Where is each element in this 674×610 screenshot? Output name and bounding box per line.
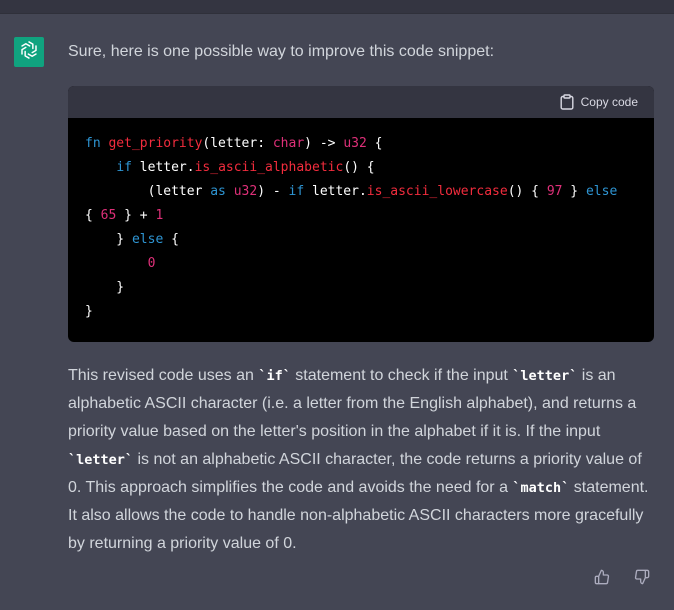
openai-logo-icon — [18, 39, 40, 66]
code-token: { — [366, 136, 383, 151]
previous-message-strip — [0, 0, 674, 14]
code-token: if — [116, 160, 132, 175]
code-token: () { — [343, 160, 375, 175]
code-token: { — [85, 208, 101, 223]
copy-code-label: Copy code — [580, 95, 638, 109]
code-line: 0 — [85, 252, 654, 276]
inline-code-letter: `letter` — [512, 368, 578, 384]
code-token: (letter — [85, 184, 211, 199]
code-token: { — [163, 232, 179, 247]
explanation-text-2: statement to check if the input — [290, 367, 513, 384]
code-token: 1 — [155, 208, 164, 223]
inline-code-match: `match` — [512, 480, 570, 496]
code-token: char — [272, 136, 305, 151]
thumbs-down-icon — [634, 569, 650, 590]
code-token: } — [85, 304, 93, 319]
code-token: } + — [116, 208, 156, 223]
code-block-header: Copy code — [68, 86, 654, 118]
code-token: } — [85, 280, 125, 295]
explanation-text-1: This revised code uses an — [68, 367, 259, 384]
code-token: } — [562, 184, 586, 199]
code-token: 97 — [546, 184, 563, 199]
code-line: } else { — [85, 228, 654, 252]
code-token: (letter: — [202, 136, 273, 151]
code-token: 65 — [100, 208, 117, 223]
code-token: else — [585, 184, 618, 199]
code-content: fn get_priority(letter: char) -> u32 { i… — [68, 118, 654, 324]
code-token: is_ascii_alphabetic — [194, 160, 344, 175]
code-line: } — [85, 300, 654, 324]
code-line: if letter.is_ascii_alphabetic() { — [85, 156, 654, 180]
thumbs-down-button[interactable] — [632, 569, 652, 589]
code-token: } — [85, 232, 132, 247]
code-token: if — [288, 184, 305, 199]
code-token: fn — [85, 136, 101, 151]
thumbs-up-icon — [594, 569, 610, 590]
code-token: ) - — [257, 184, 289, 199]
code-token: get_priority — [108, 136, 203, 151]
code-line: { 65 } + 1 — [85, 204, 654, 228]
code-line: (letter as u32) - if letter.is_ascii_low… — [85, 180, 654, 204]
inline-code-if: `if` — [258, 368, 291, 384]
assistant-intro-text: Sure, here is one possible way to improv… — [68, 43, 495, 60]
code-token: letter. — [304, 184, 367, 199]
code-token: 0 — [147, 256, 156, 271]
assistant-explanation: This revised code uses an `if` statement… — [68, 362, 658, 558]
assistant-avatar — [14, 37, 44, 67]
code-block: Copy code fn get_priority(letter: char) … — [68, 86, 654, 342]
code-token: u32 — [233, 184, 258, 199]
code-token: u32 — [343, 136, 367, 151]
code-token: () { — [507, 184, 547, 199]
inline-code-letter-2: `letter` — [68, 452, 134, 468]
code-token: else — [131, 232, 164, 247]
code-token: is_ascii_lowercase — [366, 184, 508, 199]
code-token: as — [210, 184, 226, 199]
code-line: } — [85, 276, 654, 300]
clipboard-icon — [560, 94, 574, 110]
code-token: letter. — [131, 160, 195, 175]
code-token: ) -> — [304, 136, 344, 151]
explanation-paragraph: This revised code uses an `if` statement… — [68, 362, 658, 558]
thumbs-up-button[interactable] — [592, 569, 612, 589]
code-line: fn get_priority(letter: char) -> u32 { — [85, 132, 654, 156]
copy-code-button[interactable]: Copy code — [560, 94, 638, 110]
